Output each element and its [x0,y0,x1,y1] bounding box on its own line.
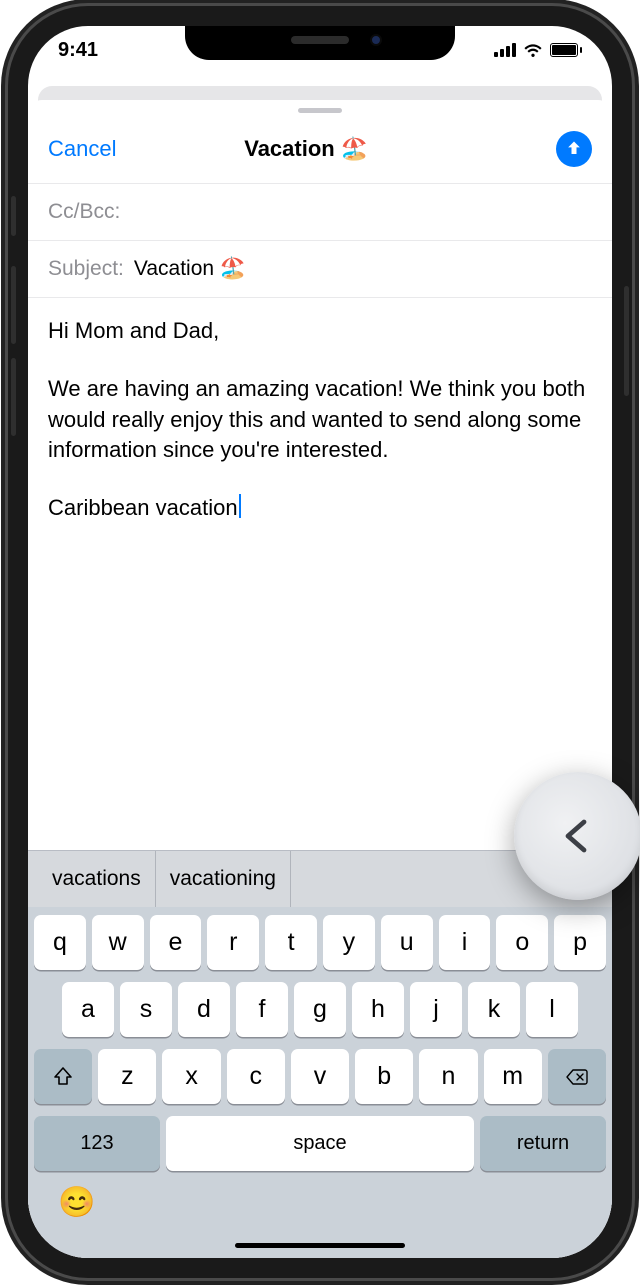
key-s[interactable]: s [120,982,172,1037]
key-u[interactable]: u [381,915,433,970]
notch [185,26,455,60]
backspace-key[interactable] [548,1049,606,1104]
return-key[interactable]: return [480,1116,606,1171]
subject-label: Subject: [48,257,124,281]
side-button [11,266,16,344]
key-m[interactable]: m [484,1049,542,1104]
body-paragraph: We are having an amazing vacation! We th… [48,374,592,465]
side-button [624,286,629,396]
key-x[interactable]: x [162,1049,220,1104]
side-button [11,358,16,436]
screen: 9:41 Cancel Vacation 🏖️ [28,26,612,1258]
key-e[interactable]: e [150,915,202,970]
side-button [11,196,16,236]
body-line2: Caribbean vacation [48,493,592,523]
assistive-touch-button[interactable] [514,772,640,900]
key-t[interactable]: t [265,915,317,970]
status-time: 9:41 [58,39,98,62]
space-key[interactable]: space [166,1116,474,1171]
prediction-suggestion[interactable]: vacationing [156,851,291,907]
shift-key[interactable] [34,1049,92,1104]
compose-sheet: Cancel Vacation 🏖️ Cc/Bcc: Subject: Vaca… [28,100,612,1258]
battery-icon [550,43,583,57]
key-y[interactable]: y [323,915,375,970]
text-cursor [239,494,241,518]
key-z[interactable]: z [98,1049,156,1104]
phone-frame: 9:41 Cancel Vacation 🏖️ [8,6,632,1278]
key-k[interactable]: k [468,982,520,1037]
subject-row[interactable]: Subject: Vacation 🏖️ [28,240,612,298]
key-i[interactable]: i [439,915,491,970]
key-c[interactable]: c [227,1049,285,1104]
key-j[interactable]: j [410,982,462,1037]
subject-value: Vacation 🏖️ [134,257,246,281]
keyboard: vacationsvacationing qwertyuiop asdfghjk… [28,850,612,1258]
cellular-icon [494,43,516,57]
home-indicator[interactable] [235,1243,405,1248]
key-h[interactable]: h [352,982,404,1037]
key-q[interactable]: q [34,915,86,970]
body-greeting: Hi Mom and Dad, [48,316,592,346]
header-fields: Cc/Bcc: Subject: Vacation 🏖️ [28,183,612,298]
key-v[interactable]: v [291,1049,349,1104]
prediction-suggestion[interactable]: vacations [38,851,156,907]
key-d[interactable]: d [178,982,230,1037]
key-l[interactable]: l [526,982,578,1037]
key-p[interactable]: p [554,915,606,970]
ccbcc-label: Cc/Bcc: [48,200,120,224]
send-button[interactable] [556,131,592,167]
key-w[interactable]: w [92,915,144,970]
numbers-key[interactable]: 123 [34,1116,160,1171]
compose-title: Vacation 🏖️ [56,136,556,162]
key-n[interactable]: n [419,1049,477,1104]
key-a[interactable]: a [62,982,114,1037]
key-f[interactable]: f [236,982,288,1037]
emoji-key[interactable]: 😊 [58,1185,95,1220]
key-r[interactable]: r [207,915,259,970]
key-o[interactable]: o [496,915,548,970]
key-b[interactable]: b [355,1049,413,1104]
ccbcc-row[interactable]: Cc/Bcc: [28,183,612,240]
wifi-icon [523,43,543,57]
compose-navbar: Cancel Vacation 🏖️ [28,113,612,183]
key-g[interactable]: g [294,982,346,1037]
